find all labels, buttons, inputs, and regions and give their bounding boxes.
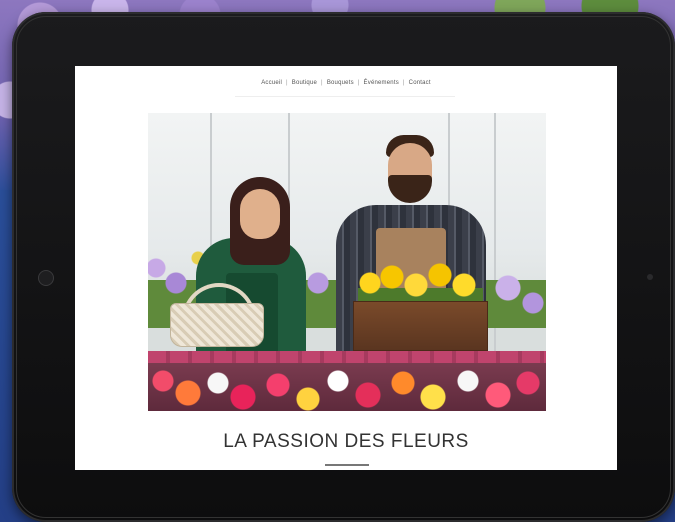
sensor-icon (647, 274, 653, 280)
hero-image (148, 113, 546, 411)
woman-face (240, 189, 280, 239)
foreground-flowers (148, 363, 546, 411)
nav-separator: | (285, 80, 288, 86)
nav-item-contact[interactable]: Contact (407, 80, 433, 86)
main-navigation: Accueil | Boutique | Bouquets | Événements | Con… (75, 80, 617, 86)
nav-item-accueil[interactable]: Accueil (259, 80, 284, 86)
nav-item-evenements[interactable]: Événements (362, 80, 401, 86)
nav-separator: | (321, 80, 323, 86)
website-screen: Accueil | Boutique | Bouquets | Événements | Con… (75, 66, 617, 470)
camera-icon (38, 270, 54, 286)
nav-item-boutique[interactable]: Boutique (290, 80, 319, 86)
nav-separator: | (357, 80, 360, 86)
yellow-flowers (358, 263, 483, 305)
nav-item-bouquets[interactable]: Bouquets (325, 80, 356, 86)
wooden-crate (353, 301, 488, 351)
title-underline (325, 464, 369, 466)
nav-separator: | (402, 80, 405, 86)
nav-divider (235, 96, 455, 97)
page-title: LA PASSION DES FLEURS (223, 431, 469, 452)
flower-basket (170, 303, 264, 347)
